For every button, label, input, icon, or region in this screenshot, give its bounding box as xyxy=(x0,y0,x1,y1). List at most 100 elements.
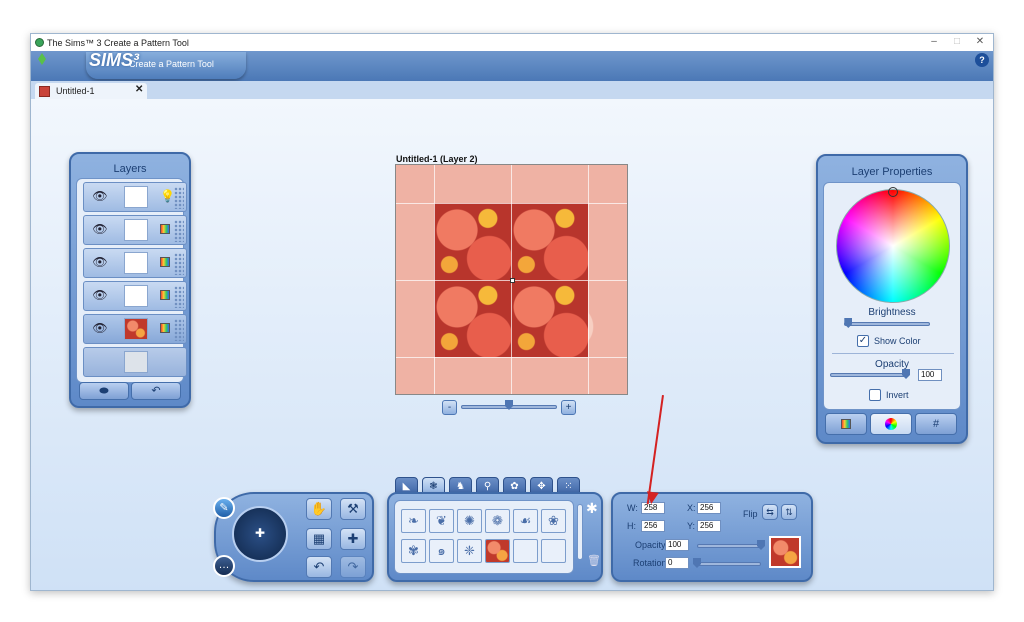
pattern-browser-panel: ❧ ❦ ✺ ❁ ☙ ❀ ✾ ๑ ❈ ✱ 🗑 xyxy=(387,492,603,582)
opacity-slider-thumb[interactable] xyxy=(902,369,910,379)
layer-swatch[interactable] xyxy=(124,285,148,307)
app-subtitle: Create a Pattern Tool xyxy=(129,59,214,69)
layer-preview-thumbnail xyxy=(769,536,801,568)
more-options-button[interactable]: … xyxy=(213,555,235,577)
tab-palette[interactable] xyxy=(825,413,867,435)
layers-panel: Layers 👁 💡 👁 👁 👁 👁 ⬬ ↶ xyxy=(69,152,191,408)
layer-row-selected[interactable]: 👁 xyxy=(83,314,187,344)
layer-swatch[interactable] xyxy=(124,186,148,208)
flip-horizontal-button[interactable]: ⇆ xyxy=(762,504,778,520)
undo-layer-button[interactable]: ↶ xyxy=(131,382,181,400)
navigation-dial[interactable]: ✚ xyxy=(232,506,288,562)
drag-handle-icon[interactable] xyxy=(174,286,184,308)
eye-icon[interactable]: 👁 xyxy=(90,288,110,304)
lightbulb-icon[interactable]: 💡 xyxy=(160,189,175,203)
zoom-out-button[interactable]: - xyxy=(442,400,457,415)
layer-swatch[interactable] xyxy=(124,252,148,274)
y-field[interactable]: 256 xyxy=(697,520,721,532)
show-color-checkbox[interactable]: ✓ xyxy=(857,335,869,347)
canvas-title: Untitled-1 (Layer 2) xyxy=(396,154,478,164)
divider xyxy=(832,353,954,354)
layer-row-empty[interactable] xyxy=(83,347,187,377)
layer-row[interactable]: 👁 💡 xyxy=(83,182,187,212)
pattern-canvas[interactable] xyxy=(395,164,628,395)
properties-body: Brightness ✓ Show Color Opacity 100 Inve… xyxy=(823,182,961,410)
eye-icon[interactable]: 👁 xyxy=(90,222,110,238)
pattern-swatch[interactable]: ☙ xyxy=(513,509,538,533)
eye-icon[interactable]: 👁 xyxy=(90,255,110,271)
eye-icon[interactable]: 👁 xyxy=(90,189,110,205)
zoom-in-button[interactable]: + xyxy=(561,400,576,415)
transform-opacity-slider-thumb[interactable] xyxy=(757,540,765,550)
document-tab[interactable]: Untitled-1 ✕ xyxy=(35,83,147,99)
pattern-swatch[interactable]: ๑ xyxy=(429,539,454,563)
pattern-swatch-empty[interactable] xyxy=(541,539,566,563)
flip-label: Flip xyxy=(743,509,758,519)
transform-opacity-field[interactable]: 100 xyxy=(665,539,689,551)
erase-layer-button[interactable]: ⬬ xyxy=(79,382,129,400)
trash-icon[interactable]: 🗑 xyxy=(587,554,601,567)
help-button[interactable]: ? xyxy=(975,53,989,67)
palette-icon[interactable] xyxy=(160,323,170,333)
pattern-swatch[interactable]: ❧ xyxy=(401,509,426,533)
pattern-swatch-empty[interactable] xyxy=(513,539,538,563)
pattern-grid: ❧ ❦ ✺ ❁ ☙ ❀ ✾ ๑ ❈ xyxy=(394,500,574,574)
layer-swatch[interactable] xyxy=(124,219,148,241)
rotation-field[interactable]: 0 xyxy=(665,557,689,569)
color-picker-handle[interactable] xyxy=(888,187,898,197)
pattern-swatch[interactable]: ✺ xyxy=(457,509,482,533)
brightness-slider-thumb[interactable] xyxy=(844,318,853,328)
palette-icon[interactable] xyxy=(160,257,170,267)
add-layer-button[interactable]: ✚ xyxy=(340,528,366,550)
pattern-swatch[interactable]: ❀ xyxy=(541,509,566,533)
show-color-label: Show Color xyxy=(874,336,921,346)
brightness-label: Brightness xyxy=(868,307,916,318)
opacity-slider[interactable] xyxy=(830,373,906,377)
grid-tool-button[interactable]: ▦ xyxy=(306,528,332,550)
drag-handle-icon[interactable] xyxy=(174,319,184,341)
hammer-tool-button[interactable]: ⚒ xyxy=(340,498,366,520)
tab-hash[interactable]: # xyxy=(915,413,957,435)
undo-button[interactable]: ↶ xyxy=(306,556,332,578)
invert-checkbox[interactable] xyxy=(869,389,881,401)
color-wheel-icon xyxy=(885,418,897,430)
close-button[interactable]: ✕ xyxy=(971,36,989,49)
drag-handle-icon[interactable] xyxy=(174,220,184,242)
drag-handle-icon[interactable] xyxy=(174,187,184,209)
layer-row[interactable]: 👁 xyxy=(83,215,187,245)
pattern-swatch[interactable]: ❁ xyxy=(485,509,510,533)
layer-row[interactable]: 👁 xyxy=(83,248,187,278)
transform-opacity-slider[interactable] xyxy=(697,544,761,548)
pattern-swatch[interactable]: ❦ xyxy=(429,509,454,533)
layer-row[interactable]: 👁 xyxy=(83,281,187,311)
height-field[interactable]: 256 xyxy=(641,520,665,532)
x-field[interactable]: 256 xyxy=(697,502,721,514)
tab-color-wheel[interactable] xyxy=(870,413,912,435)
pattern-scrollbar[interactable] xyxy=(577,504,583,560)
palette-icon[interactable] xyxy=(160,224,170,234)
transform-handle[interactable] xyxy=(510,278,515,283)
drag-handle-icon[interactable] xyxy=(174,253,184,275)
minimize-button[interactable]: – xyxy=(925,36,943,49)
navigation-panel: ✚ ✎ … ✋ ⚒ ▦ ✚ ↶ ↷ xyxy=(213,492,374,582)
maximize-button[interactable]: □ xyxy=(948,36,966,49)
layer-pattern-swatch[interactable] xyxy=(124,318,148,340)
edit-button[interactable]: ✎ xyxy=(213,497,235,519)
snowflake-icon[interactable]: ✱ xyxy=(586,500,598,517)
color-wheel[interactable] xyxy=(836,189,950,303)
app-icon xyxy=(35,38,44,47)
rotation-slider-thumb[interactable] xyxy=(693,558,701,568)
palette-icon[interactable] xyxy=(160,290,170,300)
pattern-swatch-selected[interactable] xyxy=(485,539,510,563)
opacity-field[interactable]: 100 xyxy=(918,369,942,381)
pattern-swatch[interactable]: ✾ xyxy=(401,539,426,563)
flip-vertical-button[interactable]: ⇅ xyxy=(781,504,797,520)
pattern-swatch[interactable]: ❈ xyxy=(457,539,482,563)
close-tab-button[interactable]: ✕ xyxy=(135,84,143,95)
redo-button[interactable]: ↷ xyxy=(340,556,366,578)
layer-swatch-empty[interactable] xyxy=(124,351,148,373)
brightness-slider[interactable] xyxy=(844,322,930,326)
eye-icon[interactable]: 👁 xyxy=(90,321,110,337)
rotation-slider[interactable] xyxy=(697,562,761,566)
hand-tool-button[interactable]: ✋ xyxy=(306,498,332,520)
